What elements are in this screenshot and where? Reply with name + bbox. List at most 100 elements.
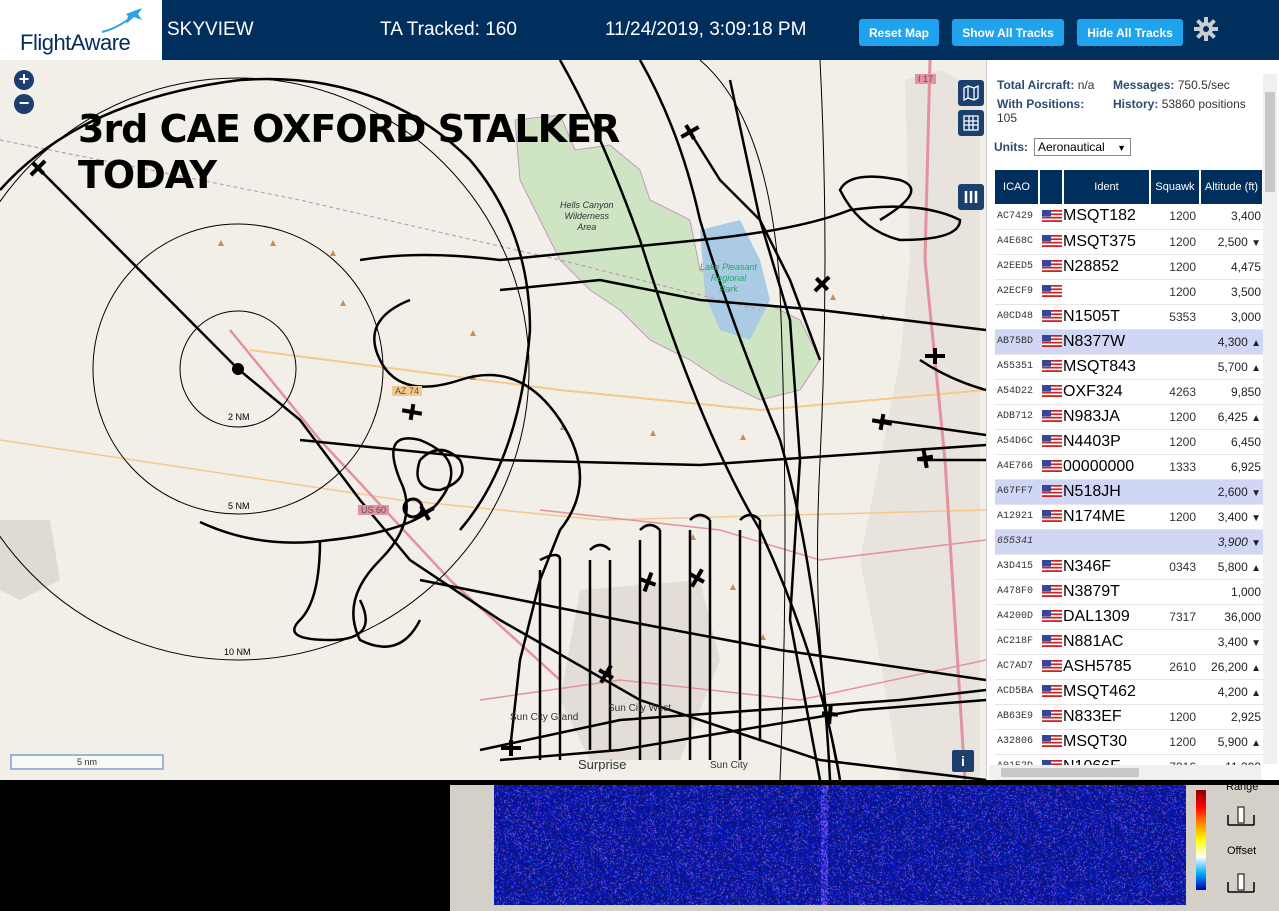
info-button[interactable]: i xyxy=(952,750,974,772)
grid-toggle-button[interactable] xyxy=(958,110,984,136)
us-flag-icon xyxy=(1042,685,1062,698)
us-flag-icon xyxy=(1042,460,1062,473)
place-label-sun-city-grand: Sun City Grand xyxy=(510,712,579,723)
aircraft-row[interactable]: A54D6C N4403P 1200 6,450 xyxy=(995,429,1263,455)
offset-slider[interactable] xyxy=(1226,872,1256,894)
col-squawk[interactable]: Squawk xyxy=(1150,170,1201,204)
aircraft-row[interactable]: A3D415 N346F 0343 5,800 ▲ xyxy=(995,554,1263,580)
aircraft-row[interactable]: A12921 N174ME 1200 3,400 ▼ xyxy=(995,504,1263,530)
altitude-value: 1,000 xyxy=(1230,584,1261,599)
map-icon xyxy=(963,84,979,102)
cell-altitude: 3,900 ▼ xyxy=(1200,529,1263,555)
place-label-hells-canyon: Hells Canyon Wilderness Area xyxy=(560,200,614,232)
flightaware-logo[interactable]: FlightAware xyxy=(0,0,162,60)
cell-altitude: 3,500 xyxy=(1200,279,1263,305)
cell-icao: A2ECF9 xyxy=(995,279,1039,305)
aircraft-row[interactable]: AC7429 MSQT182 1200 3,400 xyxy=(995,204,1263,230)
waterfall-display xyxy=(494,785,1186,905)
aircraft-row[interactable]: A478F0 N3879T 1,000 xyxy=(995,579,1263,605)
col-icao[interactable]: ICAO xyxy=(995,170,1040,204)
cell-ident: N174ME xyxy=(1063,504,1150,530)
units-label: Units: xyxy=(994,140,1028,154)
stat-messages-value: 750.5/sec xyxy=(1177,78,1230,92)
cell-icao: A12921 xyxy=(995,504,1039,530)
altitude-trend-icon: ▲ xyxy=(1251,737,1261,749)
aircraft-row[interactable]: AB75BD N8377W 4,300 ▲ xyxy=(995,329,1263,355)
aircraft-row[interactable]: A54D22 OXF324 4263 9,850 xyxy=(995,379,1263,405)
altitude-value: 3,900 xyxy=(1217,534,1248,549)
zoom-in-button[interactable]: + xyxy=(14,70,34,90)
show-all-tracks-button[interactable]: Show All Tracks xyxy=(952,19,1064,46)
cell-ident: N4403P xyxy=(1063,429,1150,455)
altitude-value: 4,200 xyxy=(1217,684,1248,699)
cell-flag xyxy=(1039,554,1063,580)
horizontal-scrollbar[interactable] xyxy=(989,765,1261,779)
altitude-value: 36,000 xyxy=(1224,609,1261,624)
offset-label: Offset xyxy=(1227,845,1257,857)
cell-icao: A4E68C xyxy=(995,229,1039,255)
cell-altitude: 5,900 ▲ xyxy=(1200,729,1263,755)
cell-altitude: 2,500 ▼ xyxy=(1200,229,1263,255)
cell-altitude: 1,000 xyxy=(1200,579,1263,605)
tracked-count: TA Tracked: 160 xyxy=(380,19,517,40)
altitude-value: 3,000 xyxy=(1230,309,1261,324)
cell-ident: 00000000 xyxy=(1063,454,1150,480)
aircraft-row[interactable]: A0CD48 N1505T 5353 3,000 xyxy=(995,304,1263,330)
cell-altitude: 3,400 ▼ xyxy=(1200,629,1263,655)
vertical-scrollbar[interactable] xyxy=(1263,74,1277,764)
aircraft-row[interactable]: A55351 MSQT843 5,700 ▲ xyxy=(995,354,1263,380)
stat-positions-value: 105 xyxy=(997,111,1018,125)
aircraft-row[interactable]: ACD5BA MSQT462 4,200 ▲ xyxy=(995,679,1263,705)
altitude-value: 2,500 xyxy=(1217,234,1248,249)
cell-icao: ADB712 xyxy=(995,404,1039,430)
cell-altitude: 6,425 ▲ xyxy=(1200,404,1263,430)
hide-all-tracks-button[interactable]: Hide All Tracks xyxy=(1077,19,1183,46)
col-ident[interactable]: Ident xyxy=(1063,170,1151,204)
zoom-out-button[interactable]: − xyxy=(14,94,34,114)
cell-squawk: 1200 xyxy=(1150,204,1200,230)
altitude-value: 3,400 xyxy=(1217,634,1248,649)
brand-name: FlightAware xyxy=(20,30,131,55)
units-select[interactable]: Aeronautical xyxy=(1034,138,1131,156)
cell-altitude: 4,475 xyxy=(1200,254,1263,280)
map-view[interactable]: 2 NM 5 NM 10 NM Hells Canyon Wilderness … xyxy=(0,60,986,780)
aircraft-row[interactable]: A2EED5 N28852 1200 4,475 xyxy=(995,254,1263,280)
range-slider[interactable] xyxy=(1226,805,1256,827)
aircraft-row[interactable]: 655341 3,900 ▼ xyxy=(995,529,1263,555)
color-scale xyxy=(1196,790,1206,890)
altitude-trend-icon: ▼ xyxy=(1251,512,1261,524)
aircraft-row[interactable]: A32806 MSQT30 1200 5,900 ▲ xyxy=(995,729,1263,755)
aircraft-row[interactable]: AB63E9 N833EF 1200 2,925 xyxy=(995,704,1263,730)
cell-ident xyxy=(1063,279,1150,305)
cell-squawk: 1200 xyxy=(1150,254,1200,280)
col-altitude[interactable]: Altitude (ft) xyxy=(1200,170,1264,204)
ring-label-10nm: 10 NM xyxy=(224,647,251,657)
cell-altitude: 4,200 ▲ xyxy=(1200,679,1263,705)
gear-icon[interactable] xyxy=(1193,16,1219,42)
aircraft-sidebar: Total Aircraft: n/a Messages: 750.5/sec … xyxy=(986,60,1279,780)
aircraft-row[interactable]: A2ECF9 1200 3,500 xyxy=(995,279,1263,305)
aircraft-row[interactable]: AC218F N881AC 3,400 ▼ xyxy=(995,629,1263,655)
cell-ident: N983JA xyxy=(1063,404,1150,430)
columns-toggle-button[interactable] xyxy=(958,184,984,210)
aircraft-row[interactable]: A4E68C MSQT375 1200 2,500 ▼ xyxy=(995,229,1263,255)
altitude-trend-icon: ▼ xyxy=(1251,237,1261,249)
cell-altitude: 6,450 xyxy=(1200,429,1263,455)
cell-icao: A2EED5 xyxy=(995,254,1039,280)
map-layers-button[interactable] xyxy=(958,80,984,106)
aircraft-row[interactable]: A4E766 00000000 1333 6,925 xyxy=(995,454,1263,480)
col-flag[interactable] xyxy=(1039,170,1064,204)
cell-ident: ASH5785 xyxy=(1063,654,1150,680)
aircraft-row[interactable]: A67FF7 N518JH 2,600 ▼ xyxy=(995,479,1263,505)
cell-ident: N1505T xyxy=(1063,304,1150,330)
aircraft-row[interactable]: AC7AD7 ASH5785 2610 26,200 ▲ xyxy=(995,654,1263,680)
grid-icon xyxy=(963,115,979,131)
us-flag-icon xyxy=(1042,385,1062,398)
cell-altitude: 4,300 ▲ xyxy=(1200,329,1263,355)
aircraft-row[interactable]: ADB712 N983JA 1200 6,425 ▲ xyxy=(995,404,1263,430)
cell-squawk: 1200 xyxy=(1150,704,1200,730)
clock: 11/24/2019, 3:09:18 PM xyxy=(605,19,807,40)
altitude-value: 6,925 xyxy=(1230,459,1261,474)
aircraft-row[interactable]: A4200D DAL1309 7317 36,000 xyxy=(995,604,1263,630)
reset-map-button[interactable]: Reset Map xyxy=(859,19,939,46)
